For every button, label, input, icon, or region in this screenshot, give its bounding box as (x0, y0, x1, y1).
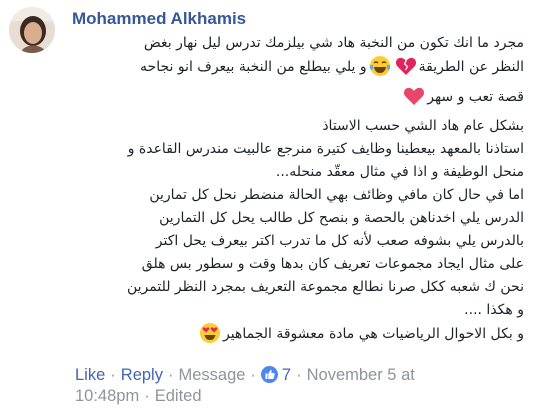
message-link[interactable]: Message (178, 366, 245, 384)
comment-text: مجرد ما انك تكون من النخبة هاد شي بيلزمك… (143, 35, 524, 51)
comment-line: و بكل الاحوال الرياضيات هي مادة معشوقة ا… (64, 322, 524, 352)
comment-paragraph: اما في حال كان مافي وظائف بهي الحالة منض… (64, 184, 524, 322)
heart-icon (403, 85, 425, 115)
laughing-tears-icon (369, 55, 391, 85)
comment-line: الدرس يلي اخدناهن بالحصة و بنصح كل طالب … (64, 207, 524, 230)
comment-line: استاذنا بالمعهد بيعطينا وظايف كتيرة منرج… (64, 138, 524, 161)
comment-text: و هكذا .... (464, 302, 524, 318)
comment-line: على مثال ايجاد مجموعات تعريف كان بدها وق… (64, 253, 524, 276)
comment-line: بالدرس يلي بشوفه صعب لأنه كل ما تدرب اكت… (64, 230, 524, 253)
avatar[interactable] (9, 7, 55, 53)
comment-line: نحن ك شعبه ككل صرنا نطالع مجموعة التعريف… (64, 276, 524, 299)
comment-paragraph: مجرد ما انك تكون من النخبة هاد شي بيلزمك… (64, 32, 524, 115)
comment-text: نحن ك شعبه ككل صرنا نطالع مجموعة التعريف… (126, 279, 524, 295)
comment-text: الدرس يلي اخدناهن بالحصة و بنصح كل طالب … (159, 210, 524, 226)
comment-text: بشكل عام هاد الشي حسب الاستاذ (322, 118, 524, 134)
separator-dot: · (167, 366, 174, 384)
comment-line: بشكل عام هاد الشي حسب الاستاذ (64, 115, 524, 138)
comment-line: منحل الوظيفة و اذا في مثال معقّد منحله..… (64, 161, 524, 184)
comment-text: اما في حال كان مافي وظائف بهي الحالة منض… (149, 187, 524, 203)
comment-text: قصة تعب و سهر (427, 89, 524, 105)
comment-body: مجرد ما انك تكون من النخبة هاد شي بيلزمك… (64, 32, 524, 352)
thumbs-up-icon[interactable] (260, 366, 278, 383)
separator-dot: · (250, 366, 256, 384)
like-link[interactable]: Like (75, 366, 105, 384)
broken-heart-icon (395, 55, 417, 85)
comment-line: مجرد ما انك تكون من النخبة هاد شي بيلزمك… (64, 32, 524, 55)
comment-text: استاذنا بالمعهد بيعطينا وظايف كتيرة منرج… (127, 141, 524, 157)
comment-text: منحل الوظيفة و اذا في مثال معقّد منحله..… (275, 164, 524, 180)
comment-paragraph: بشكل عام هاد الشي حسب الاستاذ استاذنا بال… (64, 115, 524, 184)
avatar-photo (9, 7, 55, 53)
author-name[interactable]: Mohammed Alkhamis (72, 9, 246, 29)
comment-text: بالدرس يلي بشوفه صعب لأنه كل ما تدرب اكت… (155, 233, 524, 249)
comment-line: و هكذا .... (64, 299, 524, 322)
comment-text: على مثال ايجاد مجموعات تعريف كان بدها وق… (141, 256, 524, 272)
comment-line: اما في حال كان مافي وظائف بهي الحالة منض… (64, 184, 524, 207)
comment-text: النظر عن الطريقة (418, 59, 524, 75)
heart-eyes-icon (199, 322, 221, 352)
separator-dot: · (296, 366, 302, 384)
edited-label[interactable]: Edited (155, 387, 202, 405)
reaction-count[interactable]: 7 (282, 366, 291, 384)
comment-line: قصة تعب و سهر (64, 85, 524, 115)
comment-paragraph: و بكل الاحوال الرياضيات هي مادة معشوقة ا… (64, 322, 524, 352)
separator-dot: · (110, 366, 116, 384)
reply-link[interactable]: Reply (121, 366, 163, 384)
separator-dot: · (144, 387, 150, 405)
comment-actions: Like · Reply · Message · 7 · November 5 at 10:48… (75, 365, 475, 407)
comment-text: و بكل الاحوال الرياضيات هي مادة معشوقة ا… (222, 326, 524, 342)
comment-text: و يلي بيطلع من النخبة بيعرف انو نجاحه (140, 59, 367, 75)
comment-line: النظر عن الطريقة و يلي بيطلع من النخبة بي… (64, 55, 524, 85)
